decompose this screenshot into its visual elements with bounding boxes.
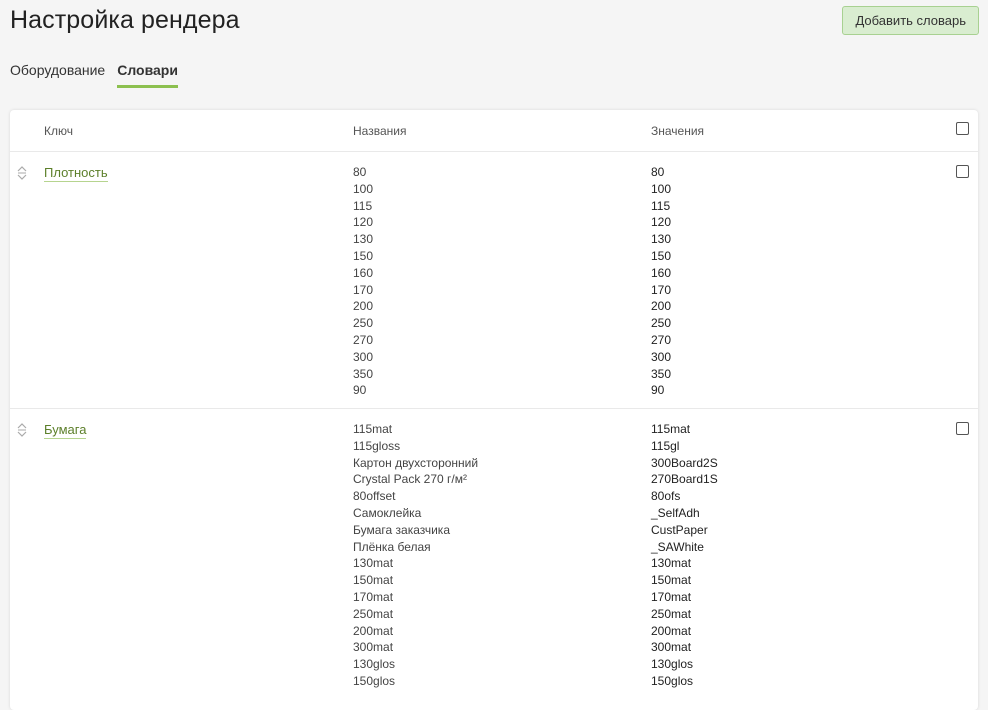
tab-dictionaries[interactable]: Словари (117, 62, 178, 88)
list-item: 250 (353, 316, 374, 331)
row-checkbox[interactable] (956, 422, 969, 435)
list-item: Картон двухсторонний (353, 455, 479, 470)
page-title: Настройка рендера (10, 6, 240, 34)
list-item: 300Board2S (651, 455, 718, 470)
list-item: 300mat (651, 640, 692, 655)
list-item: 150 (353, 248, 374, 263)
list-item: 150 (651, 248, 672, 263)
list-item: 130 (353, 232, 374, 247)
table-header: Ключ Названия Значения (10, 110, 978, 152)
list-item: 160 (651, 265, 672, 280)
table-row: Бумага 115mat 115gloss Картон двухсторон… (10, 409, 978, 710)
list-item: 115 (651, 198, 671, 213)
list-item: 90 (651, 383, 665, 398)
row-checkbox[interactable] (956, 165, 969, 178)
table-row: Плотность 80 100 115 120 130 150 160 170… (10, 152, 978, 409)
drag-handle-icon[interactable] (17, 423, 27, 437)
list-item: 270 (353, 332, 374, 347)
column-header-values: Значения (651, 124, 705, 138)
list-item: 300mat (353, 640, 394, 655)
list-item: 270 (651, 332, 672, 347)
list-item: 120 (651, 215, 672, 230)
list-item: 250mat (651, 606, 692, 621)
list-item: Crystal Pack 270 г/м² (353, 472, 467, 487)
names-list: 115mat 115gloss Картон двухсторонний Cry… (353, 421, 478, 690)
list-item: Самоклейка (353, 505, 422, 520)
list-item: 100 (353, 181, 374, 196)
list-item: 250mat (353, 606, 394, 621)
list-item: 90 (353, 383, 367, 398)
list-item: Бумага заказчика (353, 522, 450, 537)
values-list: 115mat 115gl 300Board2S 270Board1S 80ofs… (651, 421, 718, 690)
tabs: Оборудование Словари (10, 62, 190, 88)
list-item: 200mat (353, 623, 394, 638)
names-list: 80 100 115 120 130 150 160 170 200 250 2… (353, 164, 373, 399)
list-item: 150glos (353, 673, 396, 688)
list-item: 80ofs (651, 489, 681, 504)
list-item: 150glos (651, 673, 694, 688)
add-dictionary-button[interactable]: Добавить словарь (842, 6, 979, 35)
list-item: 80offset (353, 489, 396, 504)
list-item: 115mat (651, 422, 691, 436)
list-item: 170 (651, 282, 672, 297)
list-item: 300 (353, 349, 374, 364)
list-item: 115gl (651, 438, 680, 453)
list-item: 130mat (353, 556, 394, 571)
list-item: 160 (353, 265, 374, 280)
list-item: 115 (353, 198, 373, 213)
list-item: 250 (651, 316, 672, 331)
list-item: 130mat (651, 556, 692, 571)
list-item: 130 (651, 232, 672, 247)
column-header-key: Ключ (44, 124, 73, 138)
list-item: 150mat (353, 573, 394, 588)
list-item: 350 (353, 366, 374, 381)
list-item: 115gloss (353, 438, 401, 453)
list-item: 170 (353, 282, 374, 297)
tab-equipment[interactable]: Оборудование (10, 62, 105, 88)
list-item: 200 (353, 299, 374, 314)
list-item: 115mat (353, 422, 393, 436)
list-item: 170mat (353, 589, 394, 604)
list-item: 100 (651, 181, 672, 196)
list-item: Плёнка белая (353, 539, 431, 554)
values-list: 80 100 115 120 130 150 160 170 200 250 2… (651, 164, 671, 399)
list-item: 170mat (651, 589, 692, 604)
list-item: 200 (651, 299, 672, 314)
column-header-names: Названия (353, 124, 407, 138)
list-item: 200mat (651, 623, 692, 638)
list-item: CustPaper (651, 522, 708, 537)
list-item: 130glos (353, 657, 396, 672)
list-item: 120 (353, 215, 374, 230)
list-item: 300 (651, 349, 672, 364)
list-item: 270Board1S (651, 472, 718, 487)
list-item: _SelfAdh (651, 505, 700, 520)
list-item: 350 (651, 366, 672, 381)
list-item: 130glos (651, 657, 694, 672)
list-item: _SAWhite (651, 539, 704, 554)
list-item: 80 (353, 165, 367, 179)
list-item: 150mat (651, 573, 692, 588)
drag-handle-icon[interactable] (17, 166, 27, 180)
dictionary-key-link[interactable]: Плотность (44, 165, 108, 182)
list-item: 80 (651, 165, 665, 179)
dictionaries-table: Ключ Названия Значения Плотность 80 100 … (10, 110, 978, 710)
select-all-checkbox[interactable] (956, 122, 969, 135)
dictionary-key-link[interactable]: Бумага (44, 422, 87, 439)
